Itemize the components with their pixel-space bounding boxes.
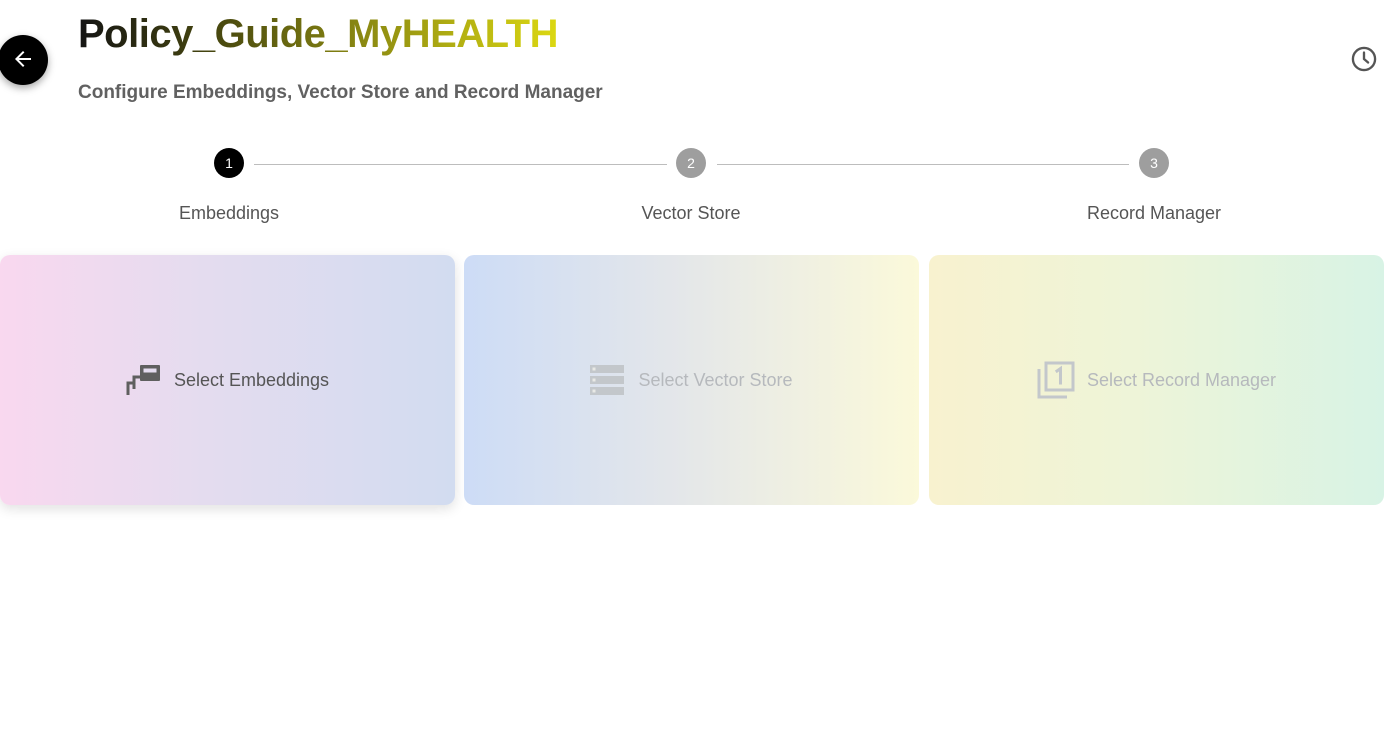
card-label: Select Embeddings <box>173 369 330 390</box>
clock-icon <box>1350 45 1378 76</box>
stacked-cards-icon <box>126 363 162 397</box>
step-label: Vector Store <box>641 203 741 223</box>
step-label: Embeddings <box>178 203 280 223</box>
back-button[interactable] <box>0 35 48 85</box>
database-list-icon <box>590 365 626 395</box>
page-title: Policy_Guide_MyHEALTH <box>78 12 558 56</box>
select-vector-store-card: Select Vector Store <box>464 255 919 505</box>
app-page: Policy_Guide_MyHEALTH Configure Embeddin… <box>0 0 1400 740</box>
step-record-manager[interactable]: 3 Record Manager <box>1044 148 1264 224</box>
step-embeddings[interactable]: 1 Embeddings <box>119 148 339 224</box>
stepper: 1 Embeddings 2 Vector Store 3 Record Man… <box>0 148 1400 228</box>
step-number: 2 <box>676 148 706 178</box>
arrow-left-icon <box>11 47 35 74</box>
step-number: 3 <box>1139 148 1169 178</box>
select-record-manager-card: Select Record Manager <box>929 255 1384 505</box>
history-button[interactable] <box>1348 44 1380 76</box>
page-subtitle: Configure Embeddings, Vector Store and R… <box>78 82 603 103</box>
step-number: 1 <box>214 148 244 178</box>
card-label: Select Record Manager <box>1086 369 1277 390</box>
select-embeddings-card[interactable]: Select Embeddings <box>0 255 455 505</box>
step-label: Record Manager <box>1086 203 1222 223</box>
filter-1-icon <box>1037 361 1075 399</box>
step-vector-store[interactable]: 2 Vector Store <box>581 148 801 224</box>
card-label: Select Vector Store <box>638 369 793 390</box>
